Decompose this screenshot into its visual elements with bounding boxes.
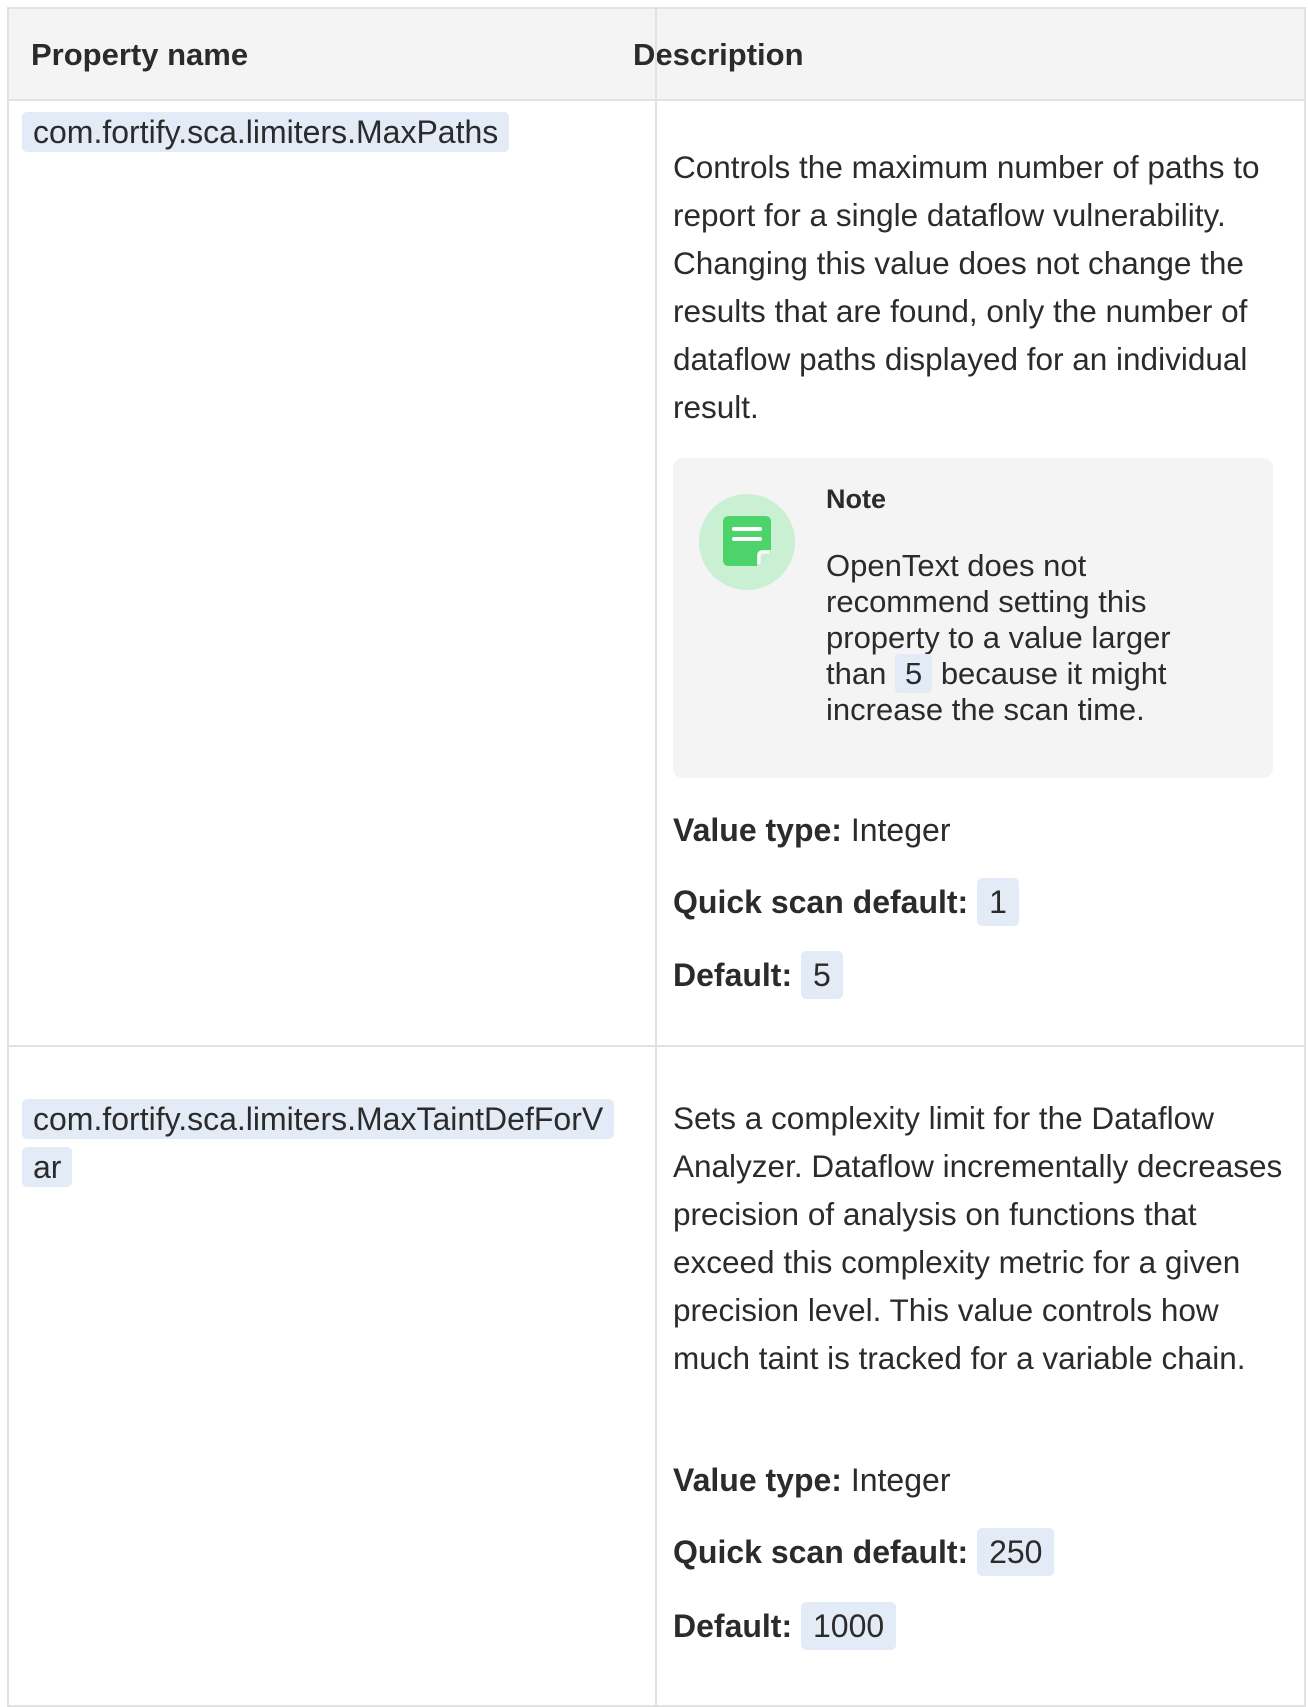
row-2-default: Default: 1000 (673, 1602, 897, 1650)
property-code: com.fortify.sca.limiters.MaxTaintDefForV… (22, 1099, 615, 1187)
row-2-quick-scan-default: Quick scan default: 250 (673, 1528, 1055, 1576)
row-1-default: Default: 5 (673, 951, 843, 999)
property-code: com.fortify.sca.limiters.MaxPaths (22, 112, 510, 152)
note-code: 5 (894, 654, 933, 693)
header-description: Description (633, 37, 804, 72)
table-row-2-description: Sets a complexity limit for the Dataflow… (673, 1100, 1283, 1376)
note-text: OpenText does not recommend setting this… (826, 548, 1171, 727)
note-icon (723, 516, 771, 566)
column-divider (655, 9, 657, 1705)
row-2-value-type: Value type: Integer (673, 1462, 951, 1498)
table-row-2-property: com.fortify.sca.limiters.MaxTaintDefForV… (22, 1095, 615, 1191)
row-1-value-type: Value type: Integer (673, 812, 951, 848)
table-row-1-property: com.fortify.sca.limiters.MaxPaths (22, 108, 612, 156)
table-row-1-description: Controls the maximum number of paths to … (673, 149, 1260, 425)
header-property-name: Property name (31, 37, 249, 72)
row-divider (9, 1045, 1304, 1047)
note-title: Note (826, 484, 886, 514)
note-callout: Note OpenText does not recommend setting… (673, 458, 1273, 778)
note-icon-circle (699, 494, 795, 590)
row-1-quick-scan-default: Quick scan default: 1 (673, 878, 1019, 926)
